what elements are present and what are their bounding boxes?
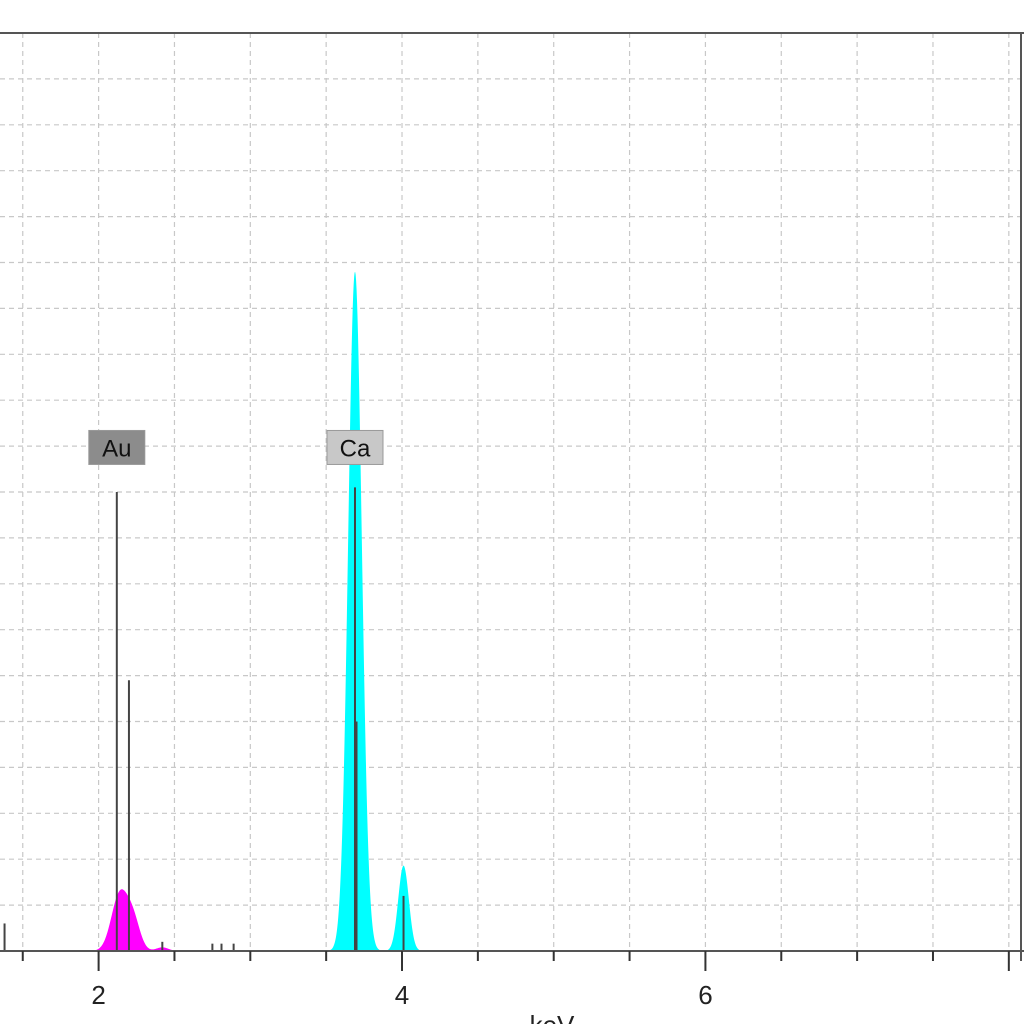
plot-background [0, 0, 1024, 1024]
x-tick-label: 6 [698, 980, 712, 1010]
x-tick-label: 4 [395, 980, 409, 1010]
x-tick-label: 2 [91, 980, 105, 1010]
eds-spectrum-chart: 2 4 6 Au Ca keV [0, 0, 1024, 1024]
x-axis-label: keV [530, 1010, 575, 1024]
peak-label-ca: Ca [340, 435, 371, 462]
peak-label-au: Au [102, 435, 131, 462]
